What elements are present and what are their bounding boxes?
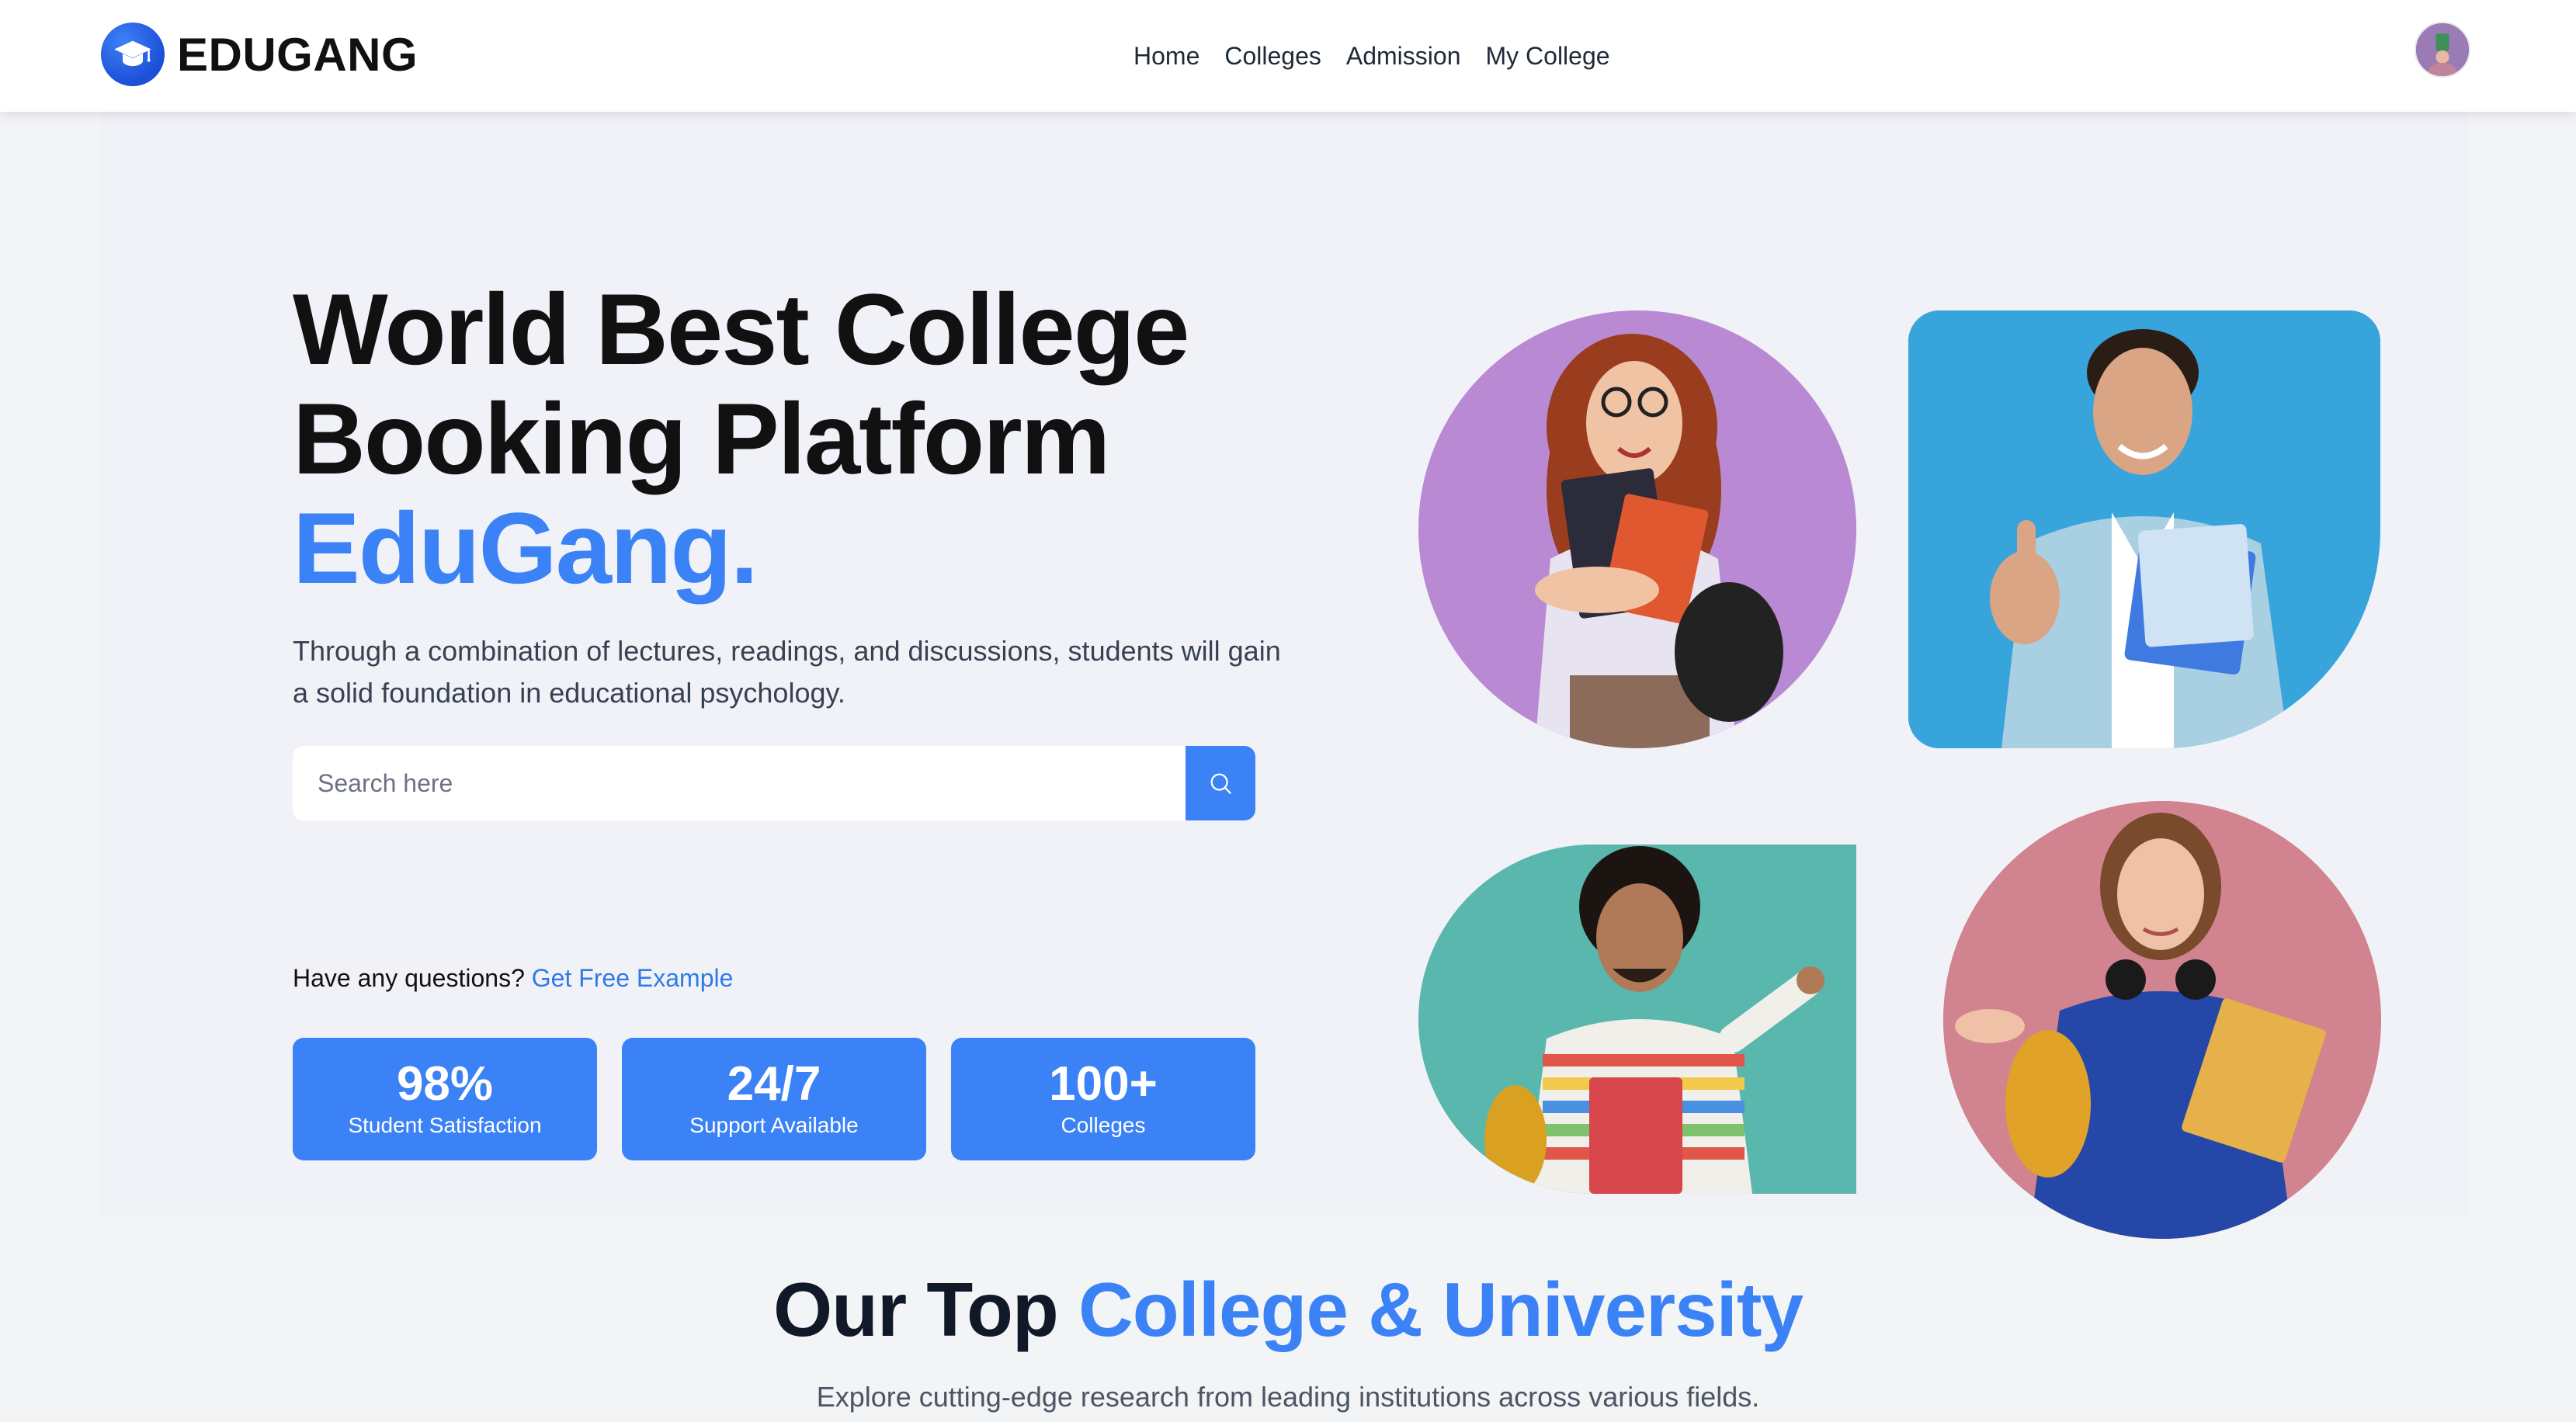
student-photo-3	[1418, 845, 1856, 1194]
section-title-prefix: Our Top	[772, 1267, 1059, 1352]
stat-label: Support Available	[689, 1113, 859, 1137]
brand-name: EDUGANG	[177, 28, 418, 81]
hero-title-line-2: Booking Platform	[293, 382, 1110, 495]
navbar: EDUGANG Home Colleges Admission My Colle…	[0, 0, 2576, 112]
nav-link-home[interactable]: Home	[1134, 34, 1199, 78]
stat-card-colleges: 100+ Colleges	[951, 1038, 1255, 1160]
stat-value: 98%	[396, 1057, 494, 1111]
nav-link-colleges[interactable]: Colleges	[1224, 34, 1321, 78]
stat-value: 100+	[1049, 1057, 1158, 1111]
nav-link-my-college[interactable]: My College	[1485, 34, 1609, 78]
main-nav: Home Colleges Admission My College	[1134, 34, 1610, 78]
hero-description: Through a combination of lectures, readi…	[293, 635, 1281, 709]
section-title: Our Top College & University	[0, 1267, 2576, 1352]
stat-card-satisfaction: 98% Student Satisfaction	[293, 1038, 597, 1160]
hero-section: World Best College Booking Platform EduG…	[101, 112, 2469, 1239]
questions-line: Have any questions? Get Free Example	[293, 964, 733, 993]
student-photo-4	[1943, 801, 2381, 1239]
student-photo-1	[1418, 310, 1856, 748]
search-input[interactable]	[293, 746, 1186, 820]
student-photo-2	[1908, 310, 2380, 748]
stat-label: Colleges	[1061, 1113, 1146, 1137]
hero-title: World Best College Booking Platform EduG…	[293, 275, 1224, 603]
stat-value: 24/7	[727, 1057, 821, 1111]
brand-logo[interactable]: EDUGANG	[101, 22, 418, 87]
questions-text: Have any questions?	[293, 964, 525, 992]
search-bar	[293, 746, 1255, 820]
search-icon	[1210, 773, 1231, 794]
stat-label: Student Satisfaction	[348, 1113, 542, 1137]
stats-row: 98% Student Satisfaction 24/7 Support Av…	[293, 1038, 1255, 1160]
search-button[interactable]	[1186, 746, 1255, 820]
hero-title-line-1: World Best College	[293, 272, 1189, 386]
free-example-link[interactable]: Get Free Example	[532, 964, 734, 992]
user-avatar[interactable]	[2415, 22, 2470, 78]
graduation-cap-icon	[101, 23, 165, 86]
hero-title-accent: EduGang.	[293, 491, 759, 605]
section-subtitle: Explore cutting-edge research from leadi…	[816, 1381, 1760, 1413]
nav-link-admission[interactable]: Admission	[1346, 34, 1461, 78]
section-title-accent: College & University	[1078, 1267, 1804, 1352]
stat-card-support: 24/7 Support Available	[622, 1038, 926, 1160]
